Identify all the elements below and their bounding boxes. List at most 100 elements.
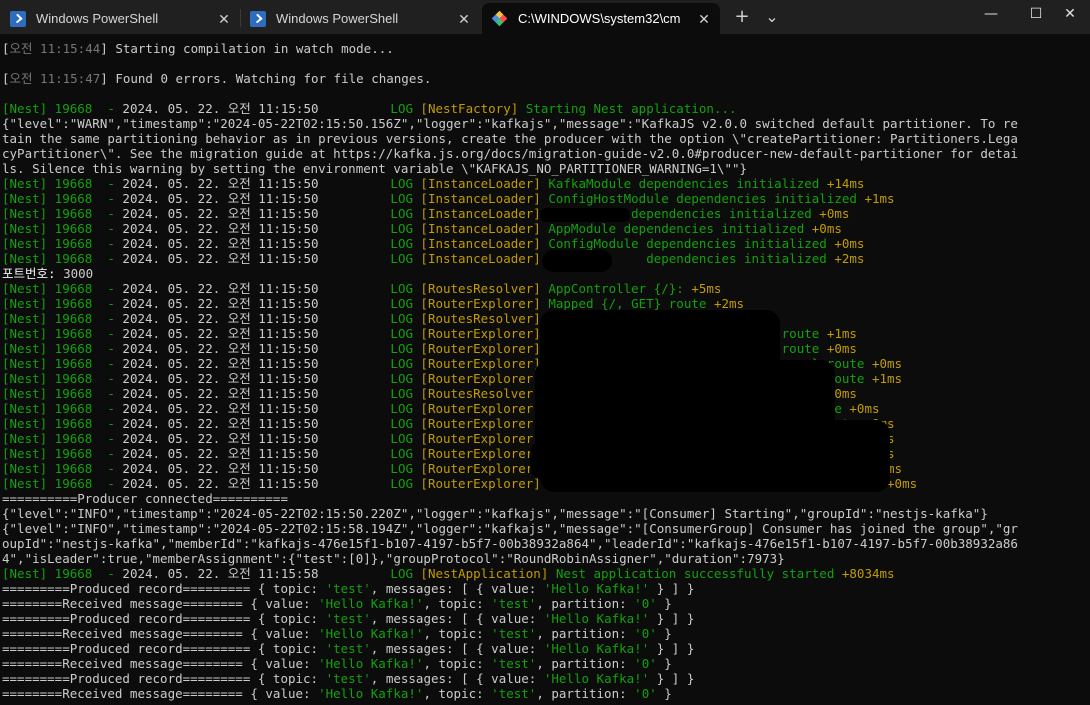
log-timestamp: 2024. 05. 22. 오전 11:15:50 [122,386,319,401]
log-text: 포트번호: [2,266,64,281]
log-text: , partition: [536,626,635,641]
port-line: 포트번호: 3000 [2,266,93,281]
log-text: 'test' [491,626,537,641]
kafka-warn-line: ls. Silence this warning by setting the … [2,161,747,176]
log-timestamp: 2024. 05. 22. 오전 11:15:50 [122,356,319,371]
log-timestamp: 2024. 05. 22. 오전 11:15:50 [122,101,319,116]
nest-log-line: [Nest] 19668 - 2024. 05. 22. 오전 11:15:50… [2,296,744,311]
log-text: } ] } [649,671,695,686]
producer-connected-line: ==========Producer connected========== [2,491,288,506]
log-timestamp: 2024. 05. 22. 오전 11:15:50 [122,326,319,341]
nest-prefix: [Nest] 19668 - [2,566,123,581]
kafka-warn-line: {"level":"WARN","timestamp":"2024-05-22T… [2,116,1018,131]
tab-powershell-1[interactable]: Windows PowerShell ✕ [0,3,240,34]
log-text: '0' [634,686,657,701]
nest-prefix: [Nest] 19668 - [2,296,123,311]
log-duration: +1ms [826,326,857,341]
nest-prefix: [Nest] 19668 - [2,371,123,386]
close-button[interactable]: ✕ [1050,0,1090,28]
log-text: ========Received message======== { value… [2,596,319,611]
log-text: } ] } [649,581,695,596]
tab-close-icon[interactable]: ✕ [454,9,474,29]
log-text: } [656,656,672,671]
tab-cmd[interactable]: C:\WINDOWS\system32\cm ✕ [482,3,720,34]
new-tab-button[interactable]: + [728,4,756,30]
log-text: {"level":"INFO","timestamp":"2024-05-22T… [2,521,1018,536]
log-text: ] Starting compilation in watch mode... [100,41,394,56]
nest-prefix: [Nest] 19668 - [2,401,123,416]
log-text: 'Hello Kafka!' [543,671,650,686]
log-text: 4","isLeader":true,"memberAssignment":{"… [2,551,785,566]
log-text: , messages: [ { value: [370,611,544,626]
log-text: [ [2,41,10,56]
log-level: LOG [390,206,413,221]
log-level: LOG [390,356,413,371]
log-text: oupId":"nestjs-kafka","memberId":"kafkaj… [2,536,1018,551]
log-level: LOG [390,341,413,356]
nest-prefix: [Nest] 19668 - [2,431,123,446]
nest-prefix: [Nest] 19668 - [2,251,123,266]
minimize-button[interactable]: — [968,0,1014,28]
tab-close-icon[interactable]: ✕ [694,9,714,29]
log-text: } [656,626,672,641]
log-context: [RouterExplorer] [420,431,549,446]
log-text: 'test' [491,686,537,701]
log-text: =========Produced record========= { topi… [2,581,326,596]
powershell-icon [10,10,26,27]
log-message: ConfigHostModule dependencies initialize… [548,191,865,206]
tsc-line: [오전 11:15:44] Starting compilation in wa… [2,41,394,56]
log-text: , topic: [423,656,492,671]
tab-title: Windows PowerShell [276,11,399,26]
log-message: Mapped {/, GET} route [548,296,714,311]
log-context: [RouterExplorer] [420,371,549,386]
log-context: [RoutesResolver] [420,311,549,326]
log-text: ========Received message======== { value… [2,656,319,671]
nest-prefix: [Nest] 19668 - [2,326,123,341]
log-level: LOG [390,416,413,431]
log-text: tain the same partitioning behavior as i… [2,131,1018,146]
log-timestamp: 2024. 05. 22. 오전 11:15:50 [122,341,319,356]
kafka-info-line: {"level":"INFO","timestamp":"2024-05-22T… [2,506,988,521]
log-timestamp: 2024. 05. 22. 오전 11:15:50 [122,176,319,191]
log-level: LOG [390,221,413,236]
log-duration: +0ms [849,401,880,416]
log-level: LOG [390,311,413,326]
log-duration: +0ms [826,341,857,356]
nest-prefix: [Nest] 19668 - [2,281,123,296]
log-context: [RoutesResolver] [420,281,549,296]
received-message-line: ========Received message======== { value… [2,686,672,701]
log-text: '0' [634,626,657,641]
log-level: LOG [390,461,413,476]
nest-prefix: [Nest] 19668 - [2,221,123,236]
log-context: [RouterExplorer] [420,296,549,311]
log-timestamp: 2024. 05. 22. 오전 11:15:50 [122,431,319,446]
log-level: LOG [390,371,413,386]
log-text: {"level":"INFO","timestamp":"2024-05-22T… [2,506,988,521]
log-duration: +14ms [826,176,865,191]
log-text: , topic: [423,596,492,611]
nest-log-line: [Nest] 19668 - 2024. 05. 22. 오전 11:15:50… [2,236,864,251]
log-timestamp: 2024. 05. 22. 오전 11:15:50 [122,236,319,251]
tab-powershell-2[interactable]: Windows PowerShell ✕ [240,3,480,34]
log-level: LOG [390,251,413,266]
log-text: ==========Producer connected========== [2,491,288,506]
log-text: 'Hello Kafka!' [543,641,650,656]
log-text: 'test' [325,581,371,596]
log-text: } [656,686,672,701]
log-timestamp: 2024. 05. 22. 오전 11:15:50 [122,221,319,236]
tab-dropdown-button[interactable]: ⌄ [758,4,786,30]
log-timestamp: 2024. 05. 22. 오전 11:15:50 [122,296,319,311]
log-context: [RouterExplorer] [420,326,549,341]
produced-record-line: =========Produced record========= { topi… [2,611,694,626]
log-timestamp: 2024. 05. 22. 오전 11:15:50 [122,401,319,416]
redaction-block [530,440,800,480]
nest-prefix: [Nest] 19668 - [2,461,123,476]
received-message-line: ========Received message======== { value… [2,626,672,641]
nest-prefix: [Nest] 19668 - [2,311,123,326]
cmd-icon [491,10,508,27]
log-context: [InstanceLoader] [420,236,549,251]
log-text: , messages: [ { value: [370,581,544,596]
log-level: LOG [390,191,413,206]
tab-close-icon[interactable]: ✕ [214,9,234,29]
log-text: ls. Silence this warning by setting the … [2,161,748,176]
